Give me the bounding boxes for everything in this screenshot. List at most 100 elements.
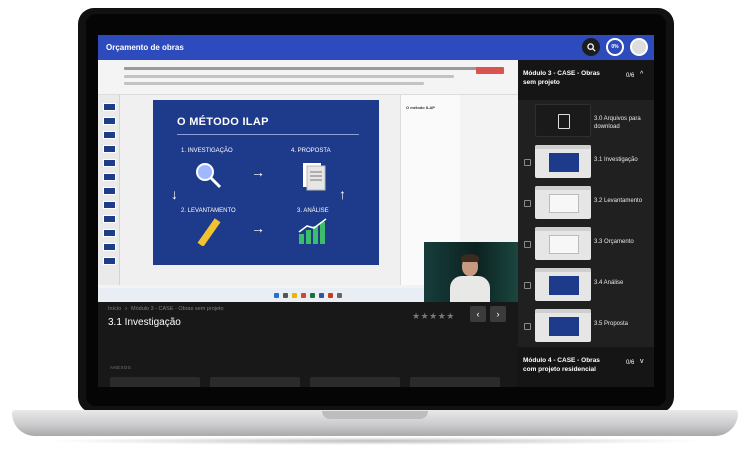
document-icon	[558, 114, 570, 129]
course-sidebar: Módulo 3 - CASE - Obras sem projeto 0/6 …	[518, 60, 654, 387]
lesson-checkbox[interactable]	[524, 200, 531, 207]
step-analise: 3. ANÁLISE	[297, 208, 329, 214]
lesson-checkbox[interactable]	[524, 282, 531, 289]
lesson-item[interactable]: 3.5 Proposta	[518, 306, 654, 347]
lesson-item-title: 3.1 Investigação	[594, 157, 638, 163]
ribbon-menu	[124, 67, 484, 70]
slide-divider	[177, 134, 359, 135]
next-lesson-button[interactable]: ›	[490, 306, 506, 322]
thumbnail-toolbar	[535, 145, 591, 149]
module-4-header[interactable]: Módulo 4 - CASE - Obras com projeto resi…	[518, 347, 654, 387]
laptop-shadow	[40, 437, 710, 445]
attachment-card[interactable]	[210, 377, 300, 387]
lesson-thumbnail	[535, 104, 591, 137]
module-title: Módulo 3 - CASE - Obras sem projeto	[523, 70, 600, 86]
lesson-checkbox[interactable]	[524, 159, 531, 166]
windows-icon	[274, 292, 279, 298]
thumbnail-toolbar	[535, 186, 591, 190]
previous-lesson-button[interactable]: ‹	[470, 306, 486, 322]
thumbnail-toolbar	[535, 227, 591, 231]
search-icon	[586, 42, 596, 52]
avatar[interactable]	[630, 38, 648, 56]
slide-thumb	[103, 201, 116, 209]
magnifier-icon	[196, 163, 222, 189]
taskbar-icon	[301, 292, 306, 298]
lesson-item[interactable]: 3.3 Orçamento	[518, 224, 654, 265]
laptop-notch	[322, 411, 428, 419]
slide-thumb	[103, 117, 116, 125]
slide-thumb	[103, 159, 116, 167]
lesson-item-title: 3.3 Orçamento	[594, 239, 634, 245]
instructor-webcam	[424, 242, 518, 302]
top-bar: Orçamento de obras 0%	[98, 35, 654, 60]
webcam-person	[461, 254, 479, 262]
slide-thumb	[103, 215, 116, 223]
chevron-up-icon[interactable]: ^	[640, 71, 643, 78]
lesson-title: 3.1 Investigação	[108, 317, 181, 328]
slide-thumb	[103, 103, 116, 111]
attachment-card[interactable]	[310, 377, 400, 387]
lesson-thumbnail	[535, 227, 591, 260]
ruler-icon	[197, 218, 221, 246]
breadcrumb-home[interactable]: Início	[108, 306, 121, 312]
module-3-header[interactable]: Módulo 3 - CASE - Obras sem projeto 0/6 …	[518, 60, 654, 100]
slide-thumb	[103, 131, 116, 139]
step-levantamento: 2. LEVANTAMENTO	[181, 208, 236, 214]
arrow-icon: →	[251, 220, 265, 236]
lesson-item-title: 3.2 Levantamento	[594, 198, 643, 204]
lesson-checkbox[interactable]	[524, 241, 531, 248]
attachments-label: ANEXOS	[110, 365, 132, 370]
thumbnail-slide	[549, 194, 579, 213]
attachment-card[interactable]	[410, 377, 500, 387]
arrow-icon: ↓	[171, 186, 178, 202]
arrow-icon: ↑	[339, 186, 346, 202]
step-investigacao: 1. INVESTIGAÇÃO	[181, 148, 233, 154]
slide-thumb	[103, 257, 116, 265]
document-icon	[303, 163, 326, 191]
taskbar-icon	[283, 292, 288, 298]
breadcrumb: Início › Módulo 3 - CASE - Obras sem pro…	[108, 306, 224, 312]
slide-thumb	[103, 145, 116, 153]
progress-indicator[interactable]: 0%	[606, 38, 624, 56]
slide-thumb	[103, 229, 116, 237]
taskbar-icon	[328, 292, 333, 298]
top-bar-actions: 0%	[582, 38, 648, 56]
lesson-item-title: 3.4 Análise	[594, 280, 624, 286]
lesson-item[interactable]: 3.2 Levantamento	[518, 183, 654, 224]
slide-title: O MÉTODO ILAP	[177, 116, 269, 128]
lesson-item[interactable]: 3.1 Investigação	[518, 142, 654, 183]
webcam-person	[450, 276, 490, 302]
taskbar-icon	[319, 292, 324, 298]
thumbnail-toolbar	[535, 268, 591, 272]
lesson-checkbox[interactable]	[524, 323, 531, 330]
slide-thumb	[103, 173, 116, 181]
chevron-right-icon: ›	[125, 306, 127, 312]
step-proposta: 4. PROPOSTA	[291, 148, 331, 154]
breadcrumb-module[interactable]: Módulo 3 - CASE - Obras sem projeto	[131, 306, 224, 312]
ribbon-tools	[124, 82, 424, 85]
module-progress-count: 0/6	[626, 360, 635, 366]
ppt-ribbon	[98, 60, 518, 95]
lesson-item[interactable]: 3.4 Análise	[518, 265, 654, 306]
module-progress-count: 0/6	[626, 73, 635, 79]
slide: O MÉTODO ILAP 1. INVESTIGAÇÃO 4. PROPOST…	[153, 100, 379, 265]
rating-stars[interactable]: ★★★★★	[412, 311, 455, 322]
lesson-item-title: 3.0 Arquivos para download	[594, 116, 641, 130]
share-button	[476, 67, 504, 74]
attachment-card[interactable]	[110, 377, 200, 387]
thumbnail-toolbar	[535, 309, 591, 313]
app-title: Orçamento de obras	[106, 43, 184, 52]
thumbnail-slide	[549, 317, 579, 336]
screen: Orçamento de obras 0% O método ILAP O MÉ…	[98, 35, 654, 387]
lesson-thumbnail	[535, 186, 591, 219]
thumbnail-slide	[549, 235, 579, 254]
slide-thumb	[103, 243, 116, 251]
search-button[interactable]	[582, 38, 600, 56]
thumbnail-slide	[549, 153, 579, 172]
slide-thumbnails	[98, 95, 120, 285]
lesson-thumbnail	[535, 268, 591, 301]
chevron-down-icon[interactable]: v	[640, 358, 644, 365]
lesson-item[interactable]: 3.0 Arquivos para download	[518, 101, 654, 142]
slide-thumb	[103, 187, 116, 195]
lesson-item-title: 3.5 Proposta	[594, 321, 629, 327]
